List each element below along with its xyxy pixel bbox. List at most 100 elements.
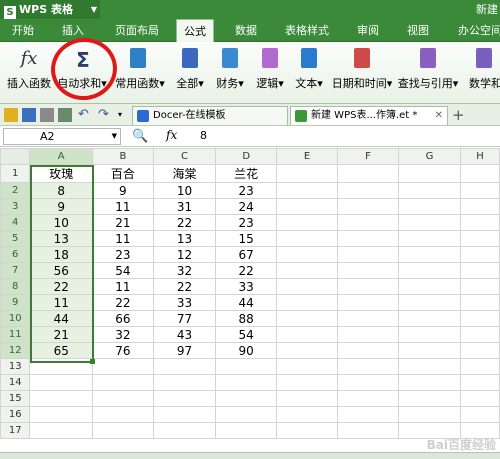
cell[interactable]: 43 [152,326,217,343]
cell[interactable] [337,230,400,247]
menu-review[interactable]: 审阅 [350,19,386,42]
cell[interactable] [337,390,400,407]
cell[interactable]: 33 [152,294,217,311]
fill-handle[interactable] [90,359,95,364]
cell[interactable] [215,390,278,407]
cell[interactable] [337,278,400,295]
common-functions-button[interactable]: 常用函数▾ [114,42,166,104]
cell[interactable] [29,390,94,407]
cell[interactable] [460,374,500,391]
cell[interactable] [398,182,462,199]
row-header[interactable]: 11 [0,326,31,343]
cell[interactable] [460,390,500,407]
cell[interactable] [276,294,339,311]
cell[interactable]: 97 [152,342,217,359]
cell[interactable] [337,294,400,311]
cell[interactable] [398,214,462,231]
row-header[interactable]: 9 [0,294,31,311]
cell[interactable] [29,374,94,391]
zoom-icon[interactable]: 🔍 [132,129,148,144]
cell[interactable] [398,310,462,327]
cell[interactable] [398,326,462,343]
cell[interactable]: 31 [152,198,217,215]
print-preview-icon[interactable] [58,108,72,122]
cell[interactable]: 23 [215,182,278,199]
cell[interactable]: 9 [92,182,154,199]
cell[interactable] [215,374,278,391]
cell[interactable] [276,390,339,407]
cell[interactable] [337,326,400,343]
cell[interactable] [276,214,339,231]
cell[interactable] [460,358,500,375]
cell[interactable] [460,262,500,279]
cell[interactable]: 12 [152,246,217,263]
row-header[interactable]: 6 [0,246,31,263]
cell[interactable] [460,164,500,183]
cell[interactable]: 54 [92,262,154,279]
cell[interactable]: 10 [152,182,217,199]
cell[interactable] [460,246,500,263]
cell[interactable] [276,164,339,183]
cell[interactable] [337,310,400,327]
cell[interactable] [398,358,462,375]
cell[interactable] [29,422,94,439]
cell[interactable] [152,374,217,391]
insert-function-button[interactable]: fx 插入函数 [4,42,54,104]
cell[interactable]: 77 [152,310,217,327]
cell[interactable] [276,182,339,199]
row-header[interactable]: 17 [0,422,31,439]
cell[interactable] [460,310,500,327]
cell[interactable]: 23 [92,246,154,263]
all-functions-button[interactable]: 全部▾ [172,42,208,104]
row-header[interactable]: 8 [0,278,31,295]
cell[interactable]: 11 [92,278,154,295]
cell[interactable] [92,374,154,391]
cell[interactable]: 兰花 [215,164,278,183]
cell[interactable] [337,406,400,423]
chevron-down-icon[interactable]: ▾ [118,108,132,122]
cell[interactable] [337,358,400,375]
logic-functions-button[interactable]: 逻辑▾ [250,42,290,104]
cell[interactable] [460,278,500,295]
formula-input[interactable]: 8 [200,129,207,142]
cell[interactable] [276,422,339,439]
cell[interactable]: 90 [215,342,278,359]
column-header-e[interactable]: E [276,148,339,165]
column-header-f[interactable]: F [337,148,400,165]
cell[interactable] [398,294,462,311]
cell[interactable] [337,342,400,359]
column-header-a[interactable]: A [29,148,94,165]
menu-table-style[interactable]: 表格样式 [278,19,336,42]
cell[interactable] [398,246,462,263]
cell[interactable]: 65 [29,342,94,359]
cell[interactable]: 8 [29,182,94,199]
cell[interactable] [337,422,400,439]
cell[interactable]: 22 [92,294,154,311]
row-header[interactable]: 15 [0,390,31,407]
redo-icon[interactable]: ↷ [98,108,112,122]
cell[interactable] [276,246,339,263]
cell[interactable] [92,422,154,439]
column-header-d[interactable]: D [215,148,278,165]
row-header[interactable]: 10 [0,310,31,327]
math-functions-button[interactable]: 数学和 [462,42,500,104]
cell[interactable]: 54 [215,326,278,343]
cell[interactable] [276,230,339,247]
row-header[interactable]: 14 [0,374,31,391]
cell[interactable] [276,198,339,215]
column-header-c[interactable]: C [152,148,217,165]
cell[interactable] [152,422,217,439]
row-header[interactable]: 12 [0,342,31,359]
cell[interactable] [337,214,400,231]
cell[interactable] [152,406,217,423]
undo-icon[interactable]: ↶ [78,108,92,122]
cell[interactable]: 88 [215,310,278,327]
open-folder-icon[interactable] [4,108,18,122]
text-functions-button[interactable]: 文本▾ [290,42,328,104]
cell[interactable]: 海棠 [152,164,217,183]
cell[interactable] [215,358,278,375]
cell[interactable]: 18 [29,246,94,263]
row-header[interactable]: 5 [0,230,31,247]
print-icon[interactable] [40,108,54,122]
cell[interactable]: 11 [92,230,154,247]
